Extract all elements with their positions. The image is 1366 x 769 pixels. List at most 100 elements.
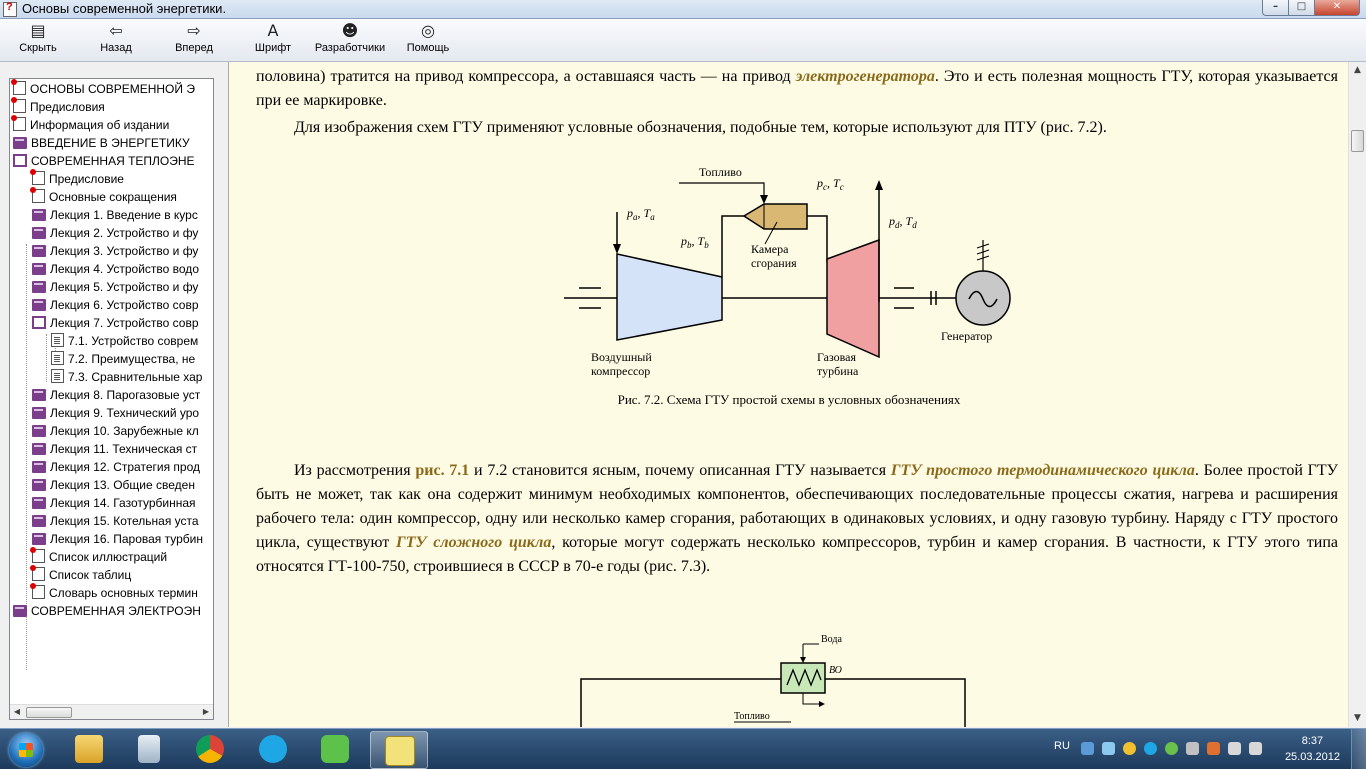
start-button[interactable]	[3, 731, 51, 767]
special-page-icon	[30, 583, 45, 599]
svg-text:турбина: турбина	[817, 364, 859, 378]
tree-item-label: Лекция 2. Устройство и фу	[50, 226, 199, 240]
developers-button[interactable]: ☻ Разработчики	[312, 21, 388, 59]
air-cooler-shape	[780, 662, 826, 694]
pane-splitter[interactable]	[215, 62, 227, 727]
tree-item[interactable]: Лекция 9. Технический уро	[32, 404, 199, 422]
paragraph-1: половина) тратится на привод компрессора…	[256, 68, 1339, 109]
taskbar-calculator[interactable]	[121, 731, 177, 767]
svg-text:pb, Tb: pb, Tb	[680, 234, 709, 250]
tree-item-label: Предисловие	[49, 172, 124, 186]
folder-icon	[75, 735, 103, 763]
tree-item[interactable]: Лекция 4. Устройство водо	[32, 260, 199, 278]
figure-7-2-diagram: Топливо pa, Ta pb, Tb pc, Tc pd, Td Каме…	[564, 165, 1011, 378]
tree-item-label: Лекция 4. Устройство водо	[50, 262, 199, 276]
antivirus-icon[interactable]	[1186, 742, 1199, 755]
tree-item-label: Список таблиц	[49, 568, 132, 582]
tree-item-label: Лекция 6. Устройство совр	[50, 298, 199, 312]
tree-item[interactable]: Лекция 16. Паровая турбин	[32, 530, 203, 548]
hide-button[interactable]: ▤ Скрыть	[3, 21, 73, 59]
help-button[interactable]: ◎ Помощь	[393, 21, 463, 59]
paragraph-2: Для изображения схем ГТУ применяют услов…	[294, 119, 1107, 136]
close-button[interactable]: ✕	[1314, 0, 1360, 16]
scroll-right-icon[interactable]: ▶	[199, 706, 213, 718]
tree-item-label: Лекция 8. Парогазовые уст	[50, 388, 201, 402]
chat-icon[interactable]	[1102, 742, 1115, 755]
tree-item[interactable]: 7.3. Сравнительные хар	[51, 368, 202, 386]
tree-item[interactable]: Лекция 12. Стратегия прод	[32, 458, 200, 476]
tree-item[interactable]: Лекция 3. Устройство и фу	[32, 242, 198, 260]
taskbar-skype[interactable]	[245, 731, 301, 767]
tree-item[interactable]: Основные сокращения	[30, 187, 177, 206]
tree-item[interactable]: Лекция 8. Парогазовые уст	[32, 386, 200, 404]
scroll-thumb[interactable]	[1351, 130, 1364, 152]
tree-item[interactable]: Лекция 7. Устройство совр	[32, 314, 199, 332]
scroll-left-icon[interactable]: ◀	[10, 706, 24, 718]
taskbar-help-viewer[interactable]	[370, 731, 428, 769]
back-arrow-icon: ⇦	[109, 21, 123, 40]
taskbar-mail-agent[interactable]	[307, 731, 363, 767]
tree-item[interactable]: Лекция 10. Зарубежные кл	[32, 422, 199, 440]
contents-tree[interactable]: ОСНОВЫ СОВРЕМЕННОЙ Э Предисловия Информаци…	[9, 78, 214, 720]
tree-item-label: Предисловия	[30, 100, 105, 114]
book-icon	[32, 479, 46, 491]
font-icon: A	[267, 21, 279, 40]
tree-item[interactable]: Словарь основных термин	[30, 583, 198, 602]
link-fig-7-1[interactable]: рис. 7.1	[415, 462, 469, 479]
tree-item[interactable]: Лекция 2. Устройство и фу	[32, 224, 198, 242]
tree-item-label: СОВРЕМЕННАЯ ЭЛЕКТРОЭН	[31, 604, 201, 618]
tree-item[interactable]: Информация об издании	[11, 115, 169, 134]
network-icon[interactable]	[1081, 742, 1094, 755]
tree-item[interactable]: Предисловия	[11, 97, 105, 116]
skype-tray-icon[interactable]	[1144, 742, 1157, 755]
tree-item[interactable]: СОВРЕМЕННАЯ ТЕПЛОЭНЕ	[13, 152, 195, 170]
content-vertical-scrollbar[interactable]: ▲ ▼	[1348, 62, 1366, 727]
tree-item[interactable]: Лекция 15. Котельная уста	[32, 512, 199, 530]
tree-item[interactable]: Лекция 6. Устройство совр	[32, 296, 199, 314]
tree-item[interactable]: ОСНОВЫ СОВРЕМЕННОЙ Э	[11, 79, 195, 98]
volume-icon[interactable]	[1249, 742, 1262, 755]
content-pane: половина) тратится на привод компрессора…	[228, 62, 1349, 727]
link-electrogenerator[interactable]: электрогенератора	[796, 68, 935, 85]
scroll-down-icon[interactable]: ▼	[1349, 710, 1366, 727]
tree-horizontal-scrollbar[interactable]: ◀ ▶	[10, 704, 213, 719]
tree-item[interactable]: Лекция 14. Газотурбинная	[32, 494, 196, 512]
taskbar-chrome[interactable]	[182, 731, 238, 767]
special-page-icon	[30, 547, 45, 563]
icq-icon[interactable]	[1165, 742, 1178, 755]
book-icon	[32, 227, 46, 239]
language-indicator[interactable]: RU	[1054, 740, 1070, 752]
book-icon	[32, 263, 46, 275]
tree-item[interactable]: 7.2. Преимущества, не	[51, 350, 195, 368]
tree-item[interactable]: Список иллюстраций	[30, 547, 167, 566]
signal-icon[interactable]	[1228, 742, 1241, 755]
tree-item[interactable]: Предисловие	[30, 169, 124, 188]
svg-text:pd, Td: pd, Td	[888, 214, 917, 230]
font-button[interactable]: A Шрифт	[238, 21, 308, 59]
page-icon	[51, 333, 64, 347]
show-desktop-button[interactable]	[1351, 729, 1366, 769]
tree-item[interactable]: Список таблиц	[30, 565, 132, 584]
tree-item[interactable]: 7.1. Устройство соврем	[51, 332, 198, 350]
tree-item[interactable]: ВВЕДЕНИЕ В ЭНЕРГЕТИКУ	[13, 134, 190, 152]
mail-at-icon[interactable]	[1123, 742, 1136, 755]
tree-item[interactable]: Лекция 13. Общие сведен	[32, 476, 195, 494]
scroll-up-icon[interactable]: ▲	[1349, 62, 1366, 79]
tree-item[interactable]: Лекция 1. Введение в курс	[32, 206, 198, 224]
help-app-icon	[3, 1, 17, 17]
clock[interactable]: 8:37 25.03.2012	[1285, 733, 1340, 765]
tree-item[interactable]: Лекция 5. Устройство и фу	[32, 278, 198, 296]
tree-item[interactable]: СОВРЕМЕННАЯ ЭЛЕКТРОЭН	[13, 602, 201, 620]
maximize-button[interactable]: □	[1288, 0, 1314, 16]
flag-icon[interactable]	[1207, 742, 1220, 755]
forward-button[interactable]: ⇨ Вперед	[159, 21, 229, 59]
minimize-button[interactable]: –	[1262, 0, 1288, 16]
link-simple-cycle-gtu[interactable]: ГТУ простого термодинамического цикла	[891, 462, 1195, 479]
paragraph-3: Из рассмотрения рис. 7.1 и 7.2 становитс…	[256, 462, 1339, 575]
tree-item[interactable]: Лекция 11. Техническая ст	[32, 440, 197, 458]
back-button[interactable]: ⇦ Назад	[81, 21, 151, 59]
page-icon	[51, 369, 64, 383]
taskbar-explorer[interactable]	[61, 731, 117, 767]
link-complex-cycle-gtu[interactable]: ГТУ сложного цикла	[396, 534, 551, 551]
scroll-thumb[interactable]	[26, 707, 72, 718]
